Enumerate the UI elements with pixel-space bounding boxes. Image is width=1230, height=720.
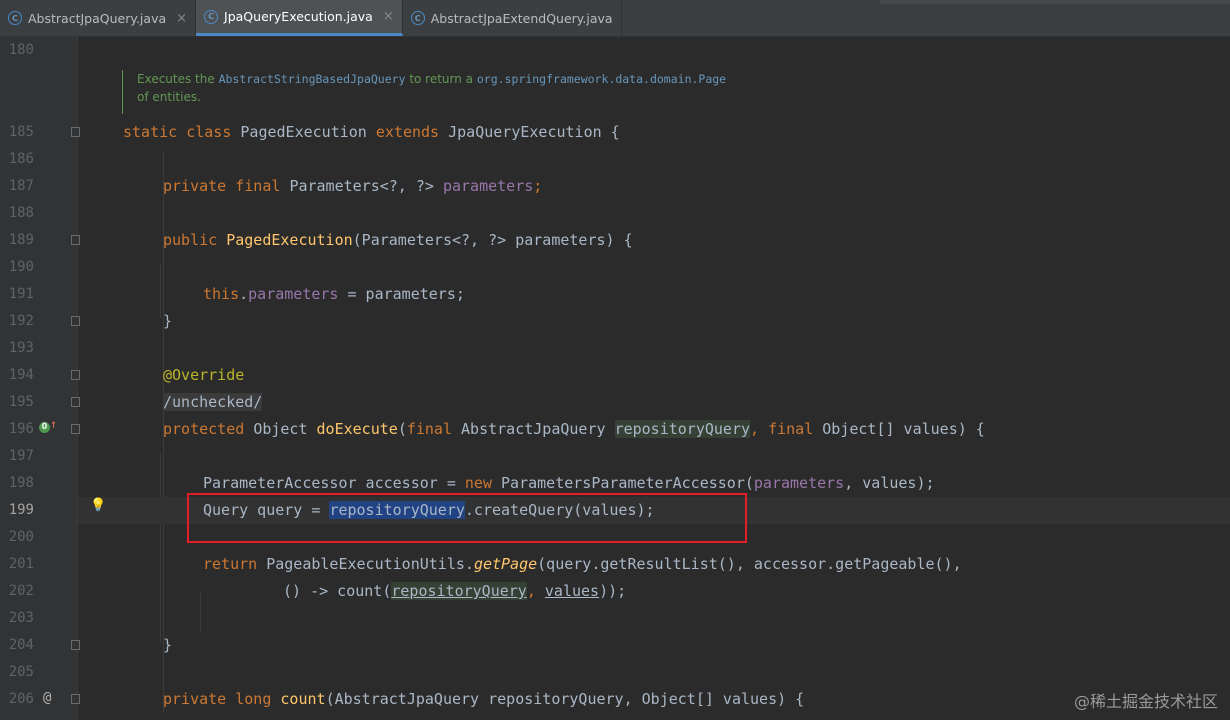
line-number: 186 [8, 151, 34, 167]
override-method-icon[interactable]: O [39, 422, 50, 433]
tab-label: AbstractJpaQuery.java [28, 10, 167, 26]
line-number: 190 [8, 259, 34, 275]
code-line-192: } [163, 312, 173, 330]
watermark: @稀土掘金技术社区 [1073, 692, 1218, 711]
line-number: 205 [8, 664, 34, 680]
line-number: 195 [8, 394, 34, 410]
tabbar-filler [880, 0, 1230, 4]
code-line-191: this.parameters = parameters; [203, 285, 465, 303]
close-icon[interactable]: × [379, 9, 394, 24]
tab-label: JpaQueryExecution.java [224, 9, 373, 24]
line-number: 185 [8, 124, 34, 140]
java-class-icon: C [204, 9, 219, 24]
line-number: 198 [8, 475, 34, 491]
doc-text: of entities. [137, 90, 201, 104]
annotation-highlight-box [187, 493, 747, 543]
lightbulb-icon[interactable]: 💡 [90, 498, 106, 513]
line-number: 192 [8, 313, 34, 329]
line-number: 200 [8, 529, 34, 545]
line-number: 180 [8, 42, 34, 58]
line-number: 194 [8, 367, 34, 383]
code-line-189: public PagedExecution(Parameters<?, ?> p… [163, 231, 633, 249]
doc-text: Executes the [137, 72, 219, 86]
implemented-at-icon[interactable]: @ [43, 690, 51, 706]
doc-text: to return a [405, 72, 477, 86]
line-number: 187 [8, 178, 34, 194]
code-line-206: private long count(AbstractJpaQuery repo… [163, 690, 805, 708]
line-number: 196 [8, 421, 34, 437]
line-number: 197 [8, 448, 34, 464]
code-line-194: @Override [163, 366, 245, 384]
line-number: 202 [8, 583, 34, 599]
close-icon[interactable]: × [172, 11, 187, 26]
editor-tab-bar: C AbstractJpaQuery.java × C JpaQueryExec… [0, 0, 1230, 37]
tab-abstract-jpa-query[interactable]: C AbstractJpaQuery.java × [0, 0, 197, 36]
code-editor[interactable]: static class PagedExecution extends JpaQ… [78, 36, 1230, 720]
line-number-gutter[interactable]: 180 185 186 187 188 189 190 191 192 193 … [0, 36, 80, 720]
tab-label: AbstractJpaExtendQuery.java [430, 10, 613, 26]
line-number-current: 199 [8, 502, 34, 518]
line-number: 188 [8, 205, 34, 221]
line-number: 191 [8, 286, 34, 302]
code-line-196: protected Object doExecute(final Abstrac… [163, 420, 985, 438]
doc-code-link[interactable]: AbstractStringBasedJpaQuery [219, 72, 406, 86]
tab-jpa-query-execution[interactable]: C JpaQueryExecution.java × [196, 0, 403, 36]
code-line-202: () -> count(repositoryQuery, values)); [283, 582, 627, 600]
line-number: 204 [8, 637, 34, 653]
line-number: 193 [8, 340, 34, 356]
code-line-185: static class PagedExecution extends JpaQ… [123, 123, 620, 141]
code-line-195: /unchecked/ [163, 393, 263, 411]
line-number: 201 [8, 556, 34, 572]
doc-code-link[interactable]: org.springframework.data.domain.Page [477, 72, 726, 86]
code-line-201: return PageableExecutionUtils.getPage(qu… [203, 555, 962, 573]
tab-abstract-jpa-extend-query[interactable]: C AbstractJpaExtendQuery.java [403, 0, 622, 36]
line-number: 206 [8, 691, 34, 707]
java-class-icon: C [410, 11, 425, 25]
line-number: 189 [8, 232, 34, 248]
code-line-204: } [163, 636, 173, 654]
go-to-super-arrow-icon[interactable]: ↑ [50, 417, 57, 431]
code-line-187: private final Parameters<?, ?> parameter… [163, 177, 543, 195]
javadoc-comment: Executes the AbstractStringBasedJpaQuery… [122, 70, 787, 114]
java-class-icon: C [8, 11, 22, 25]
line-number: 203 [8, 610, 34, 626]
